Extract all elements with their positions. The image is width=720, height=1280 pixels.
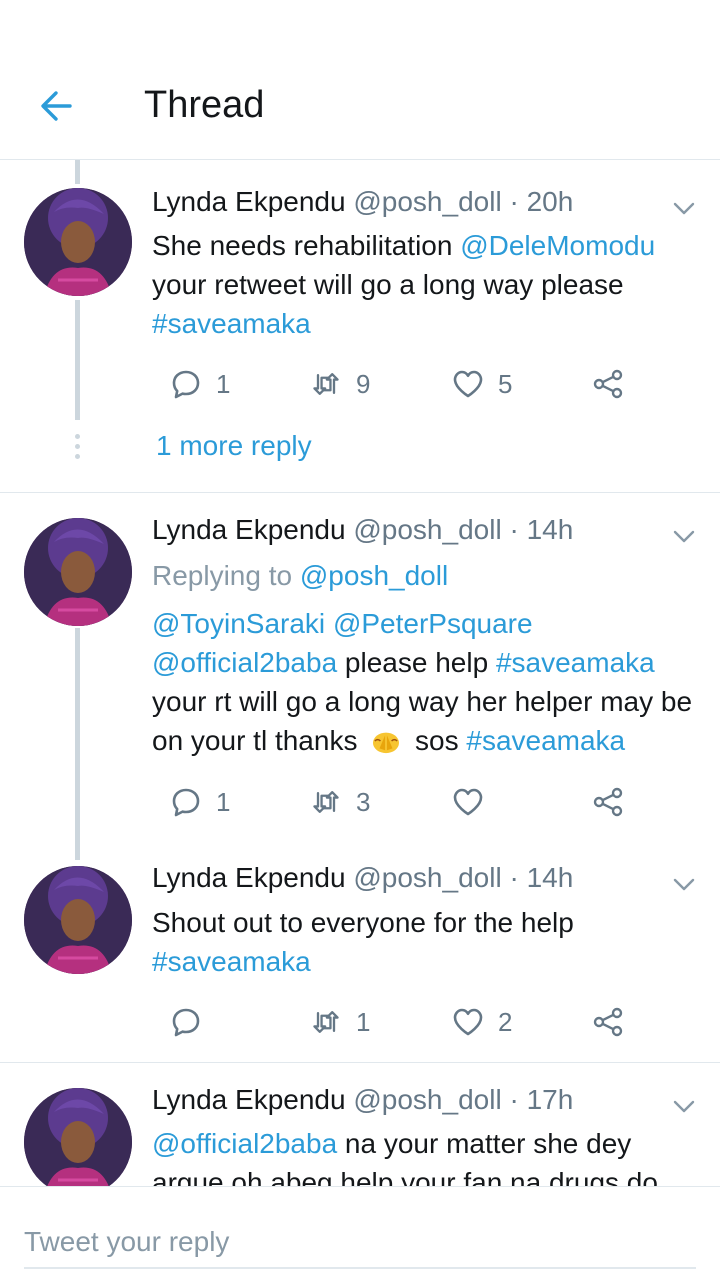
tweet-text: @ToyinSaraki @PeterPsquare @official2bab… — [152, 604, 702, 764]
tweet-time: 17h — [526, 1084, 574, 1115]
retweet-count: 9 — [356, 368, 371, 399]
tweet-time: 20h — [526, 186, 574, 217]
page-title: Thread — [144, 84, 265, 126]
replying-to-handle[interactable]: @posh_doll — [300, 560, 448, 591]
tweet-time: 14h — [526, 862, 574, 893]
retweet-button[interactable]: 3 — [296, 782, 370, 822]
mention-link[interactable]: @official2baba — [152, 1128, 337, 1159]
like-count: 5 — [498, 368, 513, 399]
share-icon — [592, 786, 624, 818]
author-name[interactable]: Lynda Ekpendu — [152, 514, 346, 545]
more-replies-link[interactable]: 1 more reply — [156, 430, 312, 462]
reply-icon — [170, 368, 202, 400]
hashtag-link[interactable]: #saveamaka — [152, 308, 311, 339]
author-handle[interactable]: @posh_doll — [353, 186, 501, 217]
header-bar: Thread — [0, 0, 720, 160]
tweet-header: Lynda Ekpendu @posh_doll · 14h — [152, 862, 574, 893]
like-icon — [452, 1006, 484, 1038]
author-name[interactable]: Lynda Ekpendu — [152, 862, 346, 893]
retweet-count: 1 — [356, 1006, 371, 1037]
chevron-down-icon[interactable] — [672, 1098, 696, 1114]
share-button[interactable] — [578, 782, 624, 822]
hashtag-link[interactable]: #saveamaka — [496, 647, 655, 678]
retweet-button[interactable]: 1 — [296, 1002, 370, 1042]
hashtag-link[interactable]: #saveamaka — [466, 725, 625, 756]
tweet-header: Lynda Ekpendu @posh_doll · 17h — [152, 1084, 574, 1115]
reply-bar — [0, 1186, 720, 1280]
tweet-actions: 1 9 5 — [156, 364, 626, 404]
retweet-button[interactable]: 9 — [296, 364, 370, 404]
praying-hands-emoji — [371, 725, 401, 764]
mention-link[interactable]: @ToyinSaraki — [152, 608, 325, 639]
like-icon — [452, 786, 484, 818]
share-button[interactable] — [578, 1002, 624, 1042]
share-icon — [592, 368, 624, 400]
avatar[interactable] — [24, 518, 132, 626]
hashtag-link[interactable]: #saveamaka — [152, 946, 311, 977]
author-handle[interactable]: @posh_doll — [353, 862, 501, 893]
like-icon — [452, 368, 484, 400]
chevron-down-icon[interactable] — [672, 200, 696, 216]
reply-button[interactable]: 1 — [156, 782, 230, 822]
like-button[interactable] — [438, 782, 498, 822]
back-arrow-icon[interactable] — [36, 86, 76, 126]
tweet-actions: 1 3 — [156, 782, 626, 822]
tweet-text: She needs rehabilitation @DeleMomodu you… — [152, 230, 656, 339]
tweet-header: Lynda Ekpendu @posh_doll · 20h — [152, 186, 574, 217]
divider — [0, 492, 720, 493]
retweet-icon — [310, 368, 342, 400]
mention-link[interactable]: @official2baba — [152, 647, 337, 678]
share-button[interactable] — [578, 364, 624, 404]
like-button[interactable]: 2 — [438, 1002, 512, 1042]
share-icon — [592, 1006, 624, 1038]
retweet-count: 3 — [356, 786, 371, 817]
tweet-header: Lynda Ekpendu @posh_doll · 14h — [152, 514, 574, 545]
avatar[interactable] — [24, 866, 132, 974]
tweet-time: 14h — [526, 514, 574, 545]
mention-link[interactable]: @DeleMomodu — [460, 230, 655, 261]
author-name[interactable]: Lynda Ekpendu — [152, 1084, 346, 1115]
reply-icon — [170, 1006, 202, 1038]
reply-input[interactable] — [24, 1217, 696, 1269]
reply-count: 1 — [216, 368, 231, 399]
like-button[interactable]: 5 — [438, 364, 512, 404]
reply-icon — [170, 786, 202, 818]
thread-connector — [75, 160, 80, 184]
chevron-down-icon[interactable] — [672, 528, 696, 544]
divider — [0, 1062, 720, 1063]
avatar[interactable] — [24, 1088, 132, 1196]
thread-connector — [75, 628, 80, 860]
author-handle[interactable]: @posh_doll — [353, 514, 501, 545]
avatar[interactable] — [24, 188, 132, 296]
tweet-actions: 1 2 — [156, 1002, 626, 1042]
author-handle[interactable]: @posh_doll — [353, 1084, 501, 1115]
retweet-icon — [310, 786, 342, 818]
mention-link[interactable]: @PeterPsquare — [333, 608, 533, 639]
reply-count: 1 — [216, 786, 231, 817]
replying-to: Replying to @posh_doll — [152, 560, 449, 591]
chevron-down-icon[interactable] — [672, 876, 696, 892]
thread-dots — [74, 434, 82, 460]
tweet-text: Shout out to everyone for the help #save… — [152, 907, 574, 977]
reply-button[interactable]: 1 — [156, 364, 230, 404]
like-count: 2 — [498, 1006, 513, 1037]
author-name[interactable]: Lynda Ekpendu — [152, 186, 346, 217]
reply-button[interactable] — [156, 1002, 216, 1042]
retweet-icon — [310, 1006, 342, 1038]
thread-connector — [75, 300, 80, 420]
